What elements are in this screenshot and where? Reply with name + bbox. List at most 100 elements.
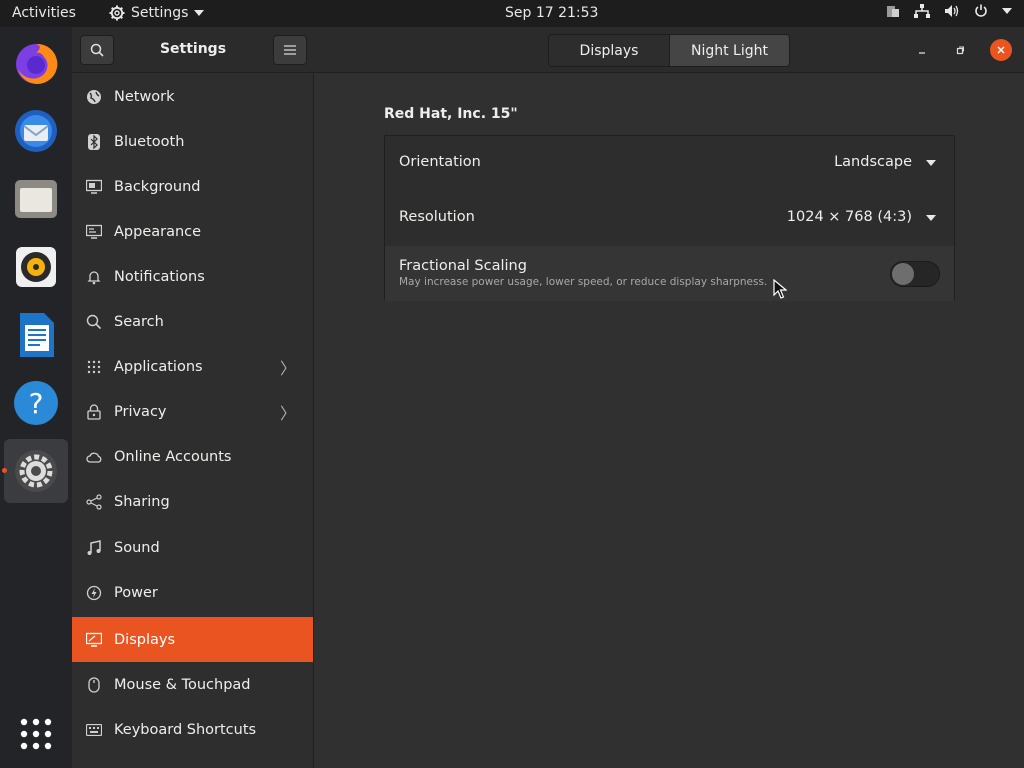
monitor-name: Red Hat, Inc. 15": [384, 106, 518, 122]
sidebar-item-sound[interactable]: Sound: [72, 525, 313, 570]
help-icon[interactable]: ?: [4, 371, 68, 435]
clipboard-icon: [887, 6, 899, 17]
app-menu-label: Settings: [131, 5, 189, 21]
sidebar-item-label: Search: [114, 313, 164, 330]
display-icon: [86, 632, 102, 648]
sidebar-item-label: Online Accounts: [114, 448, 232, 465]
grid-icon: [86, 359, 102, 375]
sidebar-item-label: Applications: [114, 358, 203, 375]
gear-icon: [109, 5, 125, 21]
sidebar-item-background[interactable]: Background: [72, 164, 313, 209]
resolution-label: Resolution: [399, 209, 475, 225]
displays-page: Red Hat, Inc. 15" Orientation Landscape …: [314, 73, 1024, 768]
bell-icon: [86, 269, 102, 285]
fractional-scaling-toggle[interactable]: [890, 261, 940, 287]
sidebar: Network Bluetooth Background Appearance …: [72, 73, 314, 768]
document-icon: [20, 313, 54, 357]
lock-icon: [86, 403, 102, 420]
globe-icon: [86, 89, 102, 105]
chevron-down-icon: [926, 160, 936, 166]
sidebar-item-keyboard-shortcuts[interactable]: Keyboard Shortcuts: [72, 707, 313, 752]
sidebar-headerbar: Settings: [72, 27, 314, 73]
sidebar-item-network[interactable]: Network: [72, 74, 313, 119]
sidebar-item-search[interactable]: Search: [72, 299, 313, 344]
sidebar-item-sharing[interactable]: Sharing: [72, 479, 313, 524]
sidebar-item-label: Privacy: [114, 403, 167, 420]
sidebar-item-label: Bluetooth: [114, 133, 185, 150]
files-icon[interactable]: [4, 167, 68, 231]
search-icon: [86, 314, 102, 330]
sidebar-item-mouse-touchpad[interactable]: Mouse & Touchpad: [72, 662, 313, 707]
hamburger-icon: [284, 45, 296, 55]
orientation-row[interactable]: Orientation Landscape: [385, 136, 954, 191]
minimize-button[interactable]: [911, 39, 933, 61]
top-bar: Activities Settings Sep 17 21:53: [0, 0, 1024, 27]
menu-button[interactable]: [273, 35, 307, 65]
resolution-value[interactable]: 1024 × 768 (4:3): [787, 209, 912, 225]
main-headerbar: Displays Night Light: [314, 27, 1024, 73]
cloud-icon: [86, 449, 102, 465]
orientation-value[interactable]: Landscape: [834, 154, 912, 170]
sidebar-item-label: Keyboard Shortcuts: [114, 721, 257, 738]
dock: ?: [0, 27, 72, 768]
speaker-icon: [16, 247, 56, 287]
view-switcher: Displays Night Light: [548, 34, 790, 67]
music-icon: [86, 539, 102, 556]
bluetooth-icon: [86, 133, 102, 150]
settings-gear-icon: [15, 450, 57, 492]
fractional-scaling-description: May increase power usage, lower speed, o…: [399, 276, 768, 288]
resolution-row[interactable]: Resolution 1024 × 768 (4:3): [385, 191, 954, 246]
sidebar-item-privacy[interactable]: Privacy 〉: [72, 389, 313, 434]
activities-button[interactable]: Activities: [12, 5, 76, 21]
keyboard-icon: [86, 722, 102, 738]
close-button[interactable]: [990, 39, 1012, 61]
volume-icon: [945, 5, 959, 17]
sidebar-item-appearance[interactable]: Appearance: [72, 209, 313, 254]
firefox-icon[interactable]: [4, 31, 68, 95]
settings-icon[interactable]: [4, 439, 68, 503]
mouse-icon: [86, 676, 102, 693]
firefox-logo-icon: [16, 43, 58, 84]
tab-displays[interactable]: Displays: [549, 35, 669, 66]
sidebar-item-label: Background: [114, 178, 201, 195]
libreoffice-writer-icon[interactable]: [4, 303, 68, 367]
folder-icon: [15, 180, 57, 218]
system-tray[interactable]: [886, 4, 1012, 18]
thunderbird-logo-icon: [15, 110, 57, 152]
app-menu[interactable]: Settings: [109, 5, 205, 21]
restore-icon: [956, 46, 964, 55]
sidebar-item-label: Sharing: [114, 493, 170, 510]
sidebar-item-applications[interactable]: Applications 〉: [72, 344, 313, 389]
chevron-down-icon: [1002, 8, 1012, 14]
share-icon: [86, 493, 102, 510]
running-indicator: [2, 468, 7, 473]
fractional-scaling-label: Fractional Scaling: [399, 258, 527, 274]
sidebar-item-label: Appearance: [114, 223, 202, 240]
mouse-cursor-icon: [773, 279, 787, 299]
fractional-scaling-row[interactable]: Fractional Scaling May increase power us…: [385, 246, 954, 301]
maximize-button[interactable]: [949, 39, 971, 61]
sidebar-item-displays[interactable]: Displays: [72, 617, 313, 662]
power-icon: [86, 585, 102, 601]
sidebar-item-notifications[interactable]: Notifications: [72, 254, 313, 299]
sidebar-item-label: Displays: [114, 631, 176, 648]
sidebar-item-online-accounts[interactable]: Online Accounts: [72, 434, 313, 479]
tab-night-light[interactable]: Night Light: [669, 35, 789, 66]
clock[interactable]: Sep 17 21:53: [505, 5, 598, 21]
show-apps-icon[interactable]: [4, 702, 68, 766]
sidebar-item-label: Mouse & Touchpad: [114, 676, 251, 693]
display-settings-panel: Orientation Landscape Resolution 1024 × …: [384, 135, 955, 301]
chevron-right-icon: 〉: [279, 358, 296, 378]
thunderbird-icon[interactable]: [4, 99, 68, 163]
rhythmbox-icon[interactable]: [4, 235, 68, 299]
sidebar-item-label: Network: [114, 88, 175, 105]
sidebar-item-bluetooth[interactable]: Bluetooth: [72, 119, 313, 164]
sidebar-item-label: Notifications: [114, 268, 205, 285]
sidebar-item-power[interactable]: Power: [72, 570, 313, 615]
toggle-knob: [892, 263, 914, 285]
sidebar-item-label: Power: [114, 584, 158, 601]
close-icon: [997, 46, 1005, 54]
network-wired-icon: [914, 4, 930, 18]
svg-text:?: ?: [29, 387, 44, 420]
chevron-down-icon: [926, 215, 936, 221]
